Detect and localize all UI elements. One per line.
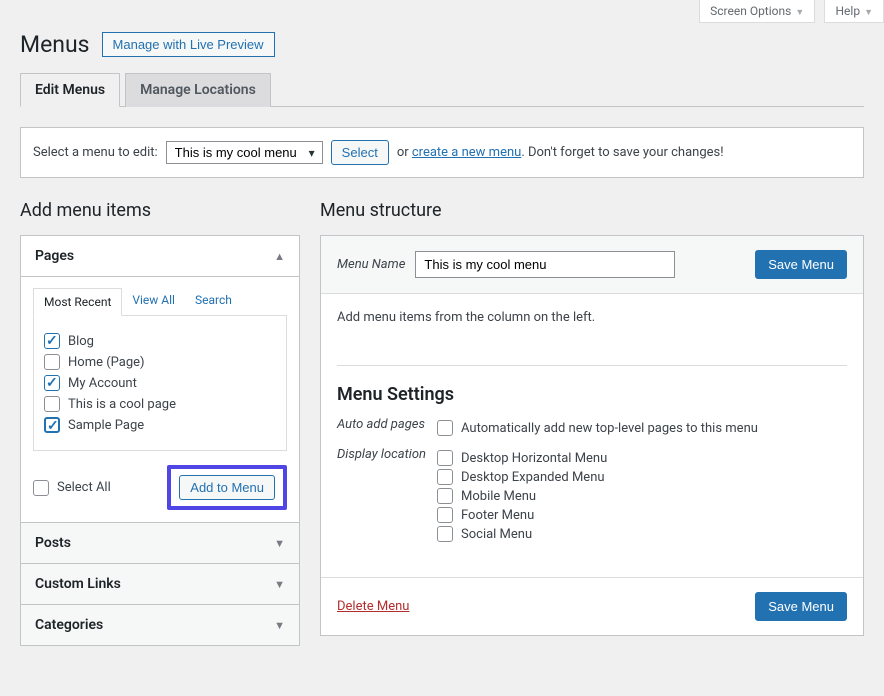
delete-menu-link[interactable]: Delete Menu xyxy=(337,599,409,614)
screen-options-label: Screen Options xyxy=(710,4,791,18)
menu-select[interactable]: This is my cool menu xyxy=(166,141,323,164)
menu-structure-heading: Menu structure xyxy=(320,200,864,221)
add-menu-items-heading: Add menu items xyxy=(20,200,300,221)
page-item[interactable]: Sample Page xyxy=(44,417,276,433)
location-checkbox[interactable] xyxy=(437,507,453,523)
select-button[interactable]: Select xyxy=(331,140,389,165)
menu-header: Menu Name Save Menu xyxy=(321,236,863,294)
nav-tabs: Edit Menus Manage Locations xyxy=(20,72,864,107)
accordion-custom-links-header[interactable]: Custom Links ▼ xyxy=(21,564,299,605)
page-item-label: My Account xyxy=(68,376,137,391)
tab-edit-menus[interactable]: Edit Menus xyxy=(20,73,120,107)
page-item[interactable]: This is a cool page xyxy=(44,396,276,412)
highlight-box: Add to Menu xyxy=(167,465,287,510)
location-checkbox[interactable] xyxy=(437,488,453,504)
menu-panel: Menu Name Save Menu Add menu items from … xyxy=(320,235,864,636)
accordion-categories-header[interactable]: Categories ▼ xyxy=(21,605,299,645)
auto-add-checkbox[interactable] xyxy=(437,420,453,436)
menu-select-bar: Select a menu to edit: This is my cool m… xyxy=(20,127,864,178)
menu-name-label: Menu Name xyxy=(337,257,405,272)
page-item-label: Sample Page xyxy=(68,418,144,433)
help-label: Help xyxy=(835,4,860,18)
menu-settings-heading: Menu Settings xyxy=(337,384,847,405)
accordion-posts-label: Posts xyxy=(35,535,71,551)
chevron-up-icon: ▲ xyxy=(274,250,285,263)
select-menu-label: Select a menu to edit: xyxy=(33,145,158,160)
page-item-label: This is a cool page xyxy=(68,397,176,412)
auto-add-label: Auto add pages xyxy=(337,417,437,439)
accordion-pages-body: Most Recent View All Search Blog Home (P… xyxy=(21,277,299,522)
page-checkbox[interactable] xyxy=(44,417,60,433)
location-text: Desktop Horizontal Menu xyxy=(461,451,607,466)
location-text: Footer Menu xyxy=(461,508,534,523)
tab-view-all[interactable]: View All xyxy=(122,287,185,315)
page-title: Menus xyxy=(20,31,90,58)
select-all[interactable]: Select All xyxy=(33,480,111,496)
accordion-categories-label: Categories xyxy=(35,617,103,633)
pages-inner-tabs: Most Recent View All Search xyxy=(33,287,287,316)
menu-name-input[interactable] xyxy=(415,251,675,278)
location-option[interactable]: Desktop Horizontal Menu xyxy=(437,450,847,466)
accordion-posts-header[interactable]: Posts ▼ xyxy=(21,522,299,564)
accordion-custom-links-label: Custom Links xyxy=(35,576,121,592)
location-checkbox[interactable] xyxy=(437,469,453,485)
page-checkbox[interactable] xyxy=(44,396,60,412)
instructions-text: Add menu items from the column on the le… xyxy=(337,310,847,325)
location-text: Mobile Menu xyxy=(461,489,536,504)
location-text: Social Menu xyxy=(461,527,532,542)
location-option[interactable]: Mobile Menu xyxy=(437,488,847,504)
page-item[interactable]: My Account xyxy=(44,375,276,391)
chevron-down-icon: ▼ xyxy=(274,619,285,632)
screen-options-button[interactable]: Screen Options ▼ xyxy=(699,0,815,23)
manage-live-preview-button[interactable]: Manage with Live Preview xyxy=(102,32,275,57)
page-item[interactable]: Blog xyxy=(44,333,276,349)
auto-add-text: Automatically add new top-level pages to… xyxy=(461,421,758,436)
location-checkbox[interactable] xyxy=(437,450,453,466)
select-all-checkbox[interactable] xyxy=(33,480,49,496)
chevron-down-icon: ▼ xyxy=(274,578,285,591)
accordion: Pages ▲ Most Recent View All Search Blog… xyxy=(20,235,300,646)
add-to-menu-button[interactable]: Add to Menu xyxy=(179,475,275,500)
help-button[interactable]: Help ▼ xyxy=(824,0,884,23)
select-tail-text: . Don't forget to save your changes! xyxy=(521,145,723,160)
save-menu-button-top[interactable]: Save Menu xyxy=(755,250,847,279)
chevron-down-icon: ▼ xyxy=(795,8,804,18)
chevron-down-icon: ▼ xyxy=(864,8,873,18)
select-all-label: Select All xyxy=(57,480,111,495)
location-option[interactable]: Desktop Expanded Menu xyxy=(437,469,847,485)
page-checkbox[interactable] xyxy=(44,333,60,349)
accordion-pages-label: Pages xyxy=(35,248,74,264)
save-menu-button-bottom[interactable]: Save Menu xyxy=(755,592,847,621)
location-option[interactable]: Social Menu xyxy=(437,526,847,542)
tab-most-recent[interactable]: Most Recent xyxy=(33,288,122,316)
page-checkbox[interactable] xyxy=(44,354,60,370)
menu-footer: Delete Menu Save Menu xyxy=(321,577,863,635)
page-item-label: Home (Page) xyxy=(68,355,145,370)
chevron-down-icon: ▼ xyxy=(274,537,285,550)
create-new-menu-link[interactable]: create a new menu xyxy=(412,145,521,160)
accordion-pages-header[interactable]: Pages ▲ xyxy=(21,236,299,277)
location-text: Desktop Expanded Menu xyxy=(461,470,605,485)
divider xyxy=(337,365,847,366)
page-item[interactable]: Home (Page) xyxy=(44,354,276,370)
tab-search[interactable]: Search xyxy=(185,287,242,315)
page-item-label: Blog xyxy=(68,334,94,349)
pages-panel: Blog Home (Page) My Account This is a co… xyxy=(33,316,287,451)
display-location-label: Display location xyxy=(337,447,437,545)
auto-add-option[interactable]: Automatically add new top-level pages to… xyxy=(437,420,847,436)
page-checkbox[interactable] xyxy=(44,375,60,391)
location-checkbox[interactable] xyxy=(437,526,453,542)
location-option[interactable]: Footer Menu xyxy=(437,507,847,523)
tab-manage-locations[interactable]: Manage Locations xyxy=(125,73,271,107)
or-text: or xyxy=(397,145,409,160)
